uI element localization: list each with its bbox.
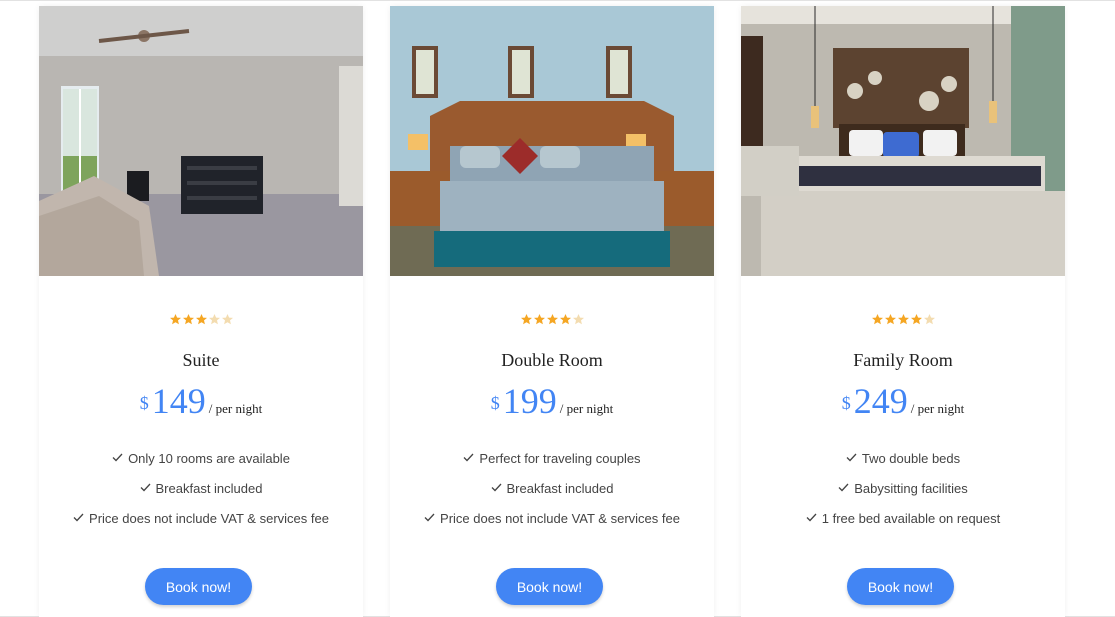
book-now-button-suite[interactable]: Book now! [145,568,252,605]
room-price: $199/ per night [390,380,714,422]
rating-stars [390,314,714,325]
feature-text: Two double beds [861,451,961,466]
room-photo-family [741,6,1065,276]
room-name: Family Room [853,350,953,370]
feature-item: Price does not include VAT & services fe… [390,511,714,541]
star-filled-icon [533,314,545,325]
room-photo-suite [39,6,363,276]
feature-item: Breakfast included [390,481,714,511]
star-filled-icon [871,314,883,325]
star-empty-icon [221,314,233,325]
check-icon [140,483,151,492]
star-empty-icon [572,314,584,325]
star-filled-icon [195,314,207,325]
star-empty-icon [208,314,220,325]
price-currency: $ [139,393,149,413]
feature-item: Price does not include VAT & services fe… [39,511,363,541]
price-period: / per night [910,401,965,416]
star-filled-icon [897,314,909,325]
room-features: Two double beds Babysitting facilities 1… [741,451,1065,541]
book-now-button-family[interactable]: Book now! [847,568,954,605]
star-filled-icon [546,314,558,325]
rating-stars [741,314,1065,325]
star-filled-icon [910,314,922,325]
feature-text: Breakfast included [506,481,614,496]
room-features: Only 10 rooms are available Breakfast in… [39,451,363,541]
book-now-button-double[interactable]: Book now! [496,568,603,605]
star-empty-icon [923,314,935,325]
star-filled-icon [182,314,194,325]
feature-text: Price does not include VAT & services fe… [440,511,680,526]
price-currency: $ [490,393,500,413]
check-icon [463,453,474,462]
feature-item: Perfect for traveling couples [390,451,714,481]
feature-item: 1 free bed available on request [741,511,1065,541]
feature-text: Price does not include VAT & services fe… [89,511,329,526]
price-amount: 149 [151,381,206,421]
room-name: Double Room [501,350,603,370]
feature-text: 1 free bed available on request [821,511,1001,526]
room-features: Perfect for traveling couples Breakfast … [390,451,714,541]
price-amount: 249 [853,381,908,421]
star-filled-icon [559,314,571,325]
price-period: / per night [208,401,263,416]
feature-item: Babysitting facilities [741,481,1065,511]
feature-item: Breakfast included [39,481,363,511]
check-icon [424,513,435,522]
feature-text: Perfect for traveling couples [479,451,641,466]
check-icon [491,483,502,492]
room-name: Suite [182,350,220,370]
check-icon [838,483,849,492]
room-photo-double [390,6,714,276]
room-card-family: Family Room $249/ per night Two double b… [741,6,1065,617]
star-filled-icon [884,314,896,325]
price-period: / per night [559,401,614,416]
rating-stars [39,314,363,325]
check-icon [806,513,817,522]
feature-item: Only 10 rooms are available [39,451,363,481]
star-filled-icon [520,314,532,325]
feature-text: Babysitting facilities [854,481,968,496]
star-filled-icon [169,314,181,325]
check-icon [73,513,84,522]
feature-text: Only 10 rooms are available [128,451,290,466]
check-icon [112,453,123,462]
room-card-suite: Suite $149/ per night Only 10 rooms are … [39,6,363,617]
room-price: $249/ per night [741,380,1065,422]
feature-text: Breakfast included [155,481,263,496]
room-pricing-section: Suite $149/ per night Only 10 rooms are … [0,0,1115,617]
feature-item: Two double beds [741,451,1065,481]
price-currency: $ [841,393,851,413]
room-price: $149/ per night [39,380,363,422]
price-amount: 199 [502,381,557,421]
room-card-double: Double Room $199/ per night Perfect for … [390,6,714,617]
check-icon [846,453,857,462]
